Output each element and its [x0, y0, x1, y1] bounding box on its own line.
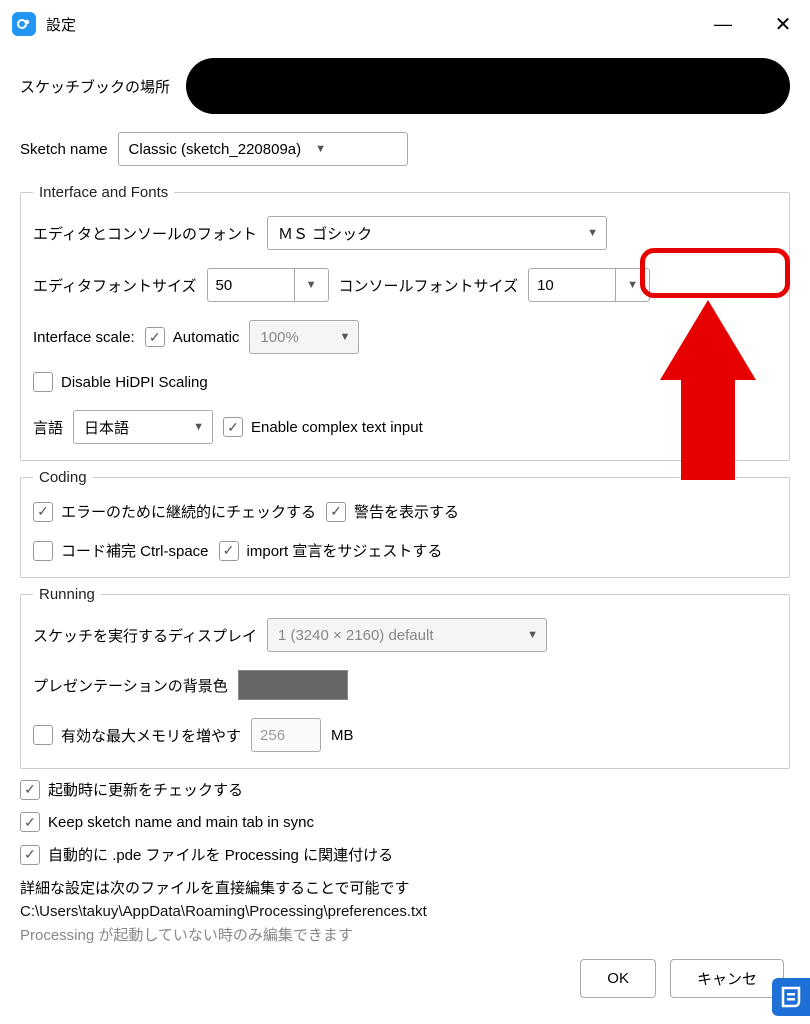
chevron-down-icon: ▼: [311, 133, 326, 165]
close-button[interactable]: ✕: [768, 12, 798, 37]
disable-hidpi-checkbox[interactable]: [33, 372, 53, 392]
complex-text-checkbox[interactable]: [223, 417, 243, 437]
language-label: 言語: [33, 417, 63, 438]
editor-console-font-label: エディタとコンソールのフォント: [33, 223, 257, 244]
interface-fonts-legend: Interface and Fonts: [33, 184, 174, 201]
interface-scale-value: 100%: [260, 329, 298, 346]
cancel-button[interactable]: キャンセ: [670, 959, 784, 998]
show-warnings-checkbox[interactable]: [326, 502, 346, 522]
interface-and-fonts-group: Interface and Fonts エディタとコンソールのフォント ＭＳ ゴ…: [20, 184, 790, 461]
keep-sync-checkbox[interactable]: [20, 812, 40, 832]
editor-font-size-input[interactable]: 50: [207, 268, 295, 302]
code-completion-checkbox[interactable]: [33, 541, 53, 561]
sketchbook-path-redacted: [186, 58, 790, 114]
ime-badge-icon: [772, 978, 810, 1016]
sketch-name-value: Classic (sketch_220809a): [129, 141, 302, 158]
minimize-button[interactable]: —: [708, 14, 738, 35]
continuous-error-label: エラーのために継続的にチェックする: [61, 501, 316, 522]
chevron-down-icon: ▼: [523, 619, 538, 651]
ok-button[interactable]: OK: [580, 959, 656, 998]
display-label: スケッチを実行するディスプレイ: [33, 625, 257, 646]
complex-text-label: Enable complex text input: [251, 419, 423, 436]
keep-sync-label: Keep sketch name and main tab in sync: [48, 814, 314, 831]
display-value: 1 (3240 × 2160) default: [278, 627, 434, 644]
language-select[interactable]: 日本語 ▼: [73, 410, 213, 444]
footer-note: Processing が起動していない時のみ編集できます: [20, 924, 790, 945]
automatic-checkbox[interactable]: [145, 327, 165, 347]
language-value: 日本語: [84, 417, 129, 438]
interface-scale-label: Interface scale:: [33, 329, 135, 346]
footer-instruction: 詳細な設定は次のファイルを直接編集することで可能です: [20, 877, 790, 901]
continuous-error-checkbox[interactable]: [33, 502, 53, 522]
window-title: 設定: [46, 14, 76, 35]
max-memory-input: 256: [251, 718, 321, 752]
app-icon: [12, 12, 36, 36]
associate-pde-label: 自動的に .pde ファイルを Processing に関連付ける: [48, 844, 393, 865]
import-suggest-checkbox[interactable]: [219, 541, 239, 561]
coding-legend: Coding: [33, 469, 93, 486]
running-legend: Running: [33, 586, 101, 603]
check-updates-label: 起動時に更新をチェックする: [48, 779, 243, 800]
coding-group: Coding エラーのために継続的にチェックする 警告を表示する コード補完 C…: [20, 469, 790, 578]
preferences-path: C:\Users\takuy\AppData\Roaming\Processin…: [20, 903, 790, 920]
presentation-bg-label: プレゼンテーションの背景色: [33, 675, 228, 696]
chevron-down-icon: ▼: [583, 217, 598, 249]
chevron-down-icon[interactable]: ▼: [616, 268, 650, 302]
editor-console-font-value: ＭＳ ゴシック: [278, 223, 372, 244]
max-memory-label: 有効な最大メモリを増やす: [61, 725, 241, 746]
disable-hidpi-label: Disable HiDPI Scaling: [61, 374, 208, 391]
associate-pde-checkbox[interactable]: [20, 845, 40, 865]
chevron-down-icon[interactable]: ▼: [295, 268, 329, 302]
editor-font-size-combo[interactable]: 50 ▼: [207, 268, 329, 302]
automatic-label: Automatic: [173, 329, 240, 346]
import-suggest-label: import 宣言をサジェストする: [247, 540, 443, 561]
console-font-size-combo[interactable]: 10 ▼: [528, 268, 650, 302]
console-font-size-label: コンソールフォントサイズ: [339, 275, 519, 296]
chevron-down-icon: ▼: [189, 411, 204, 443]
check-updates-checkbox[interactable]: [20, 780, 40, 800]
interface-scale-select: 100% ▼: [249, 320, 359, 354]
max-memory-checkbox[interactable]: [33, 725, 53, 745]
editor-font-size-label: エディタフォントサイズ: [33, 275, 197, 296]
sketch-name-select[interactable]: Classic (sketch_220809a) ▼: [118, 132, 408, 166]
sketchbook-location-label: スケッチブックの場所: [20, 76, 170, 97]
mb-label: MB: [331, 727, 354, 744]
show-warnings-label: 警告を表示する: [354, 501, 459, 522]
presentation-bg-swatch[interactable]: [238, 670, 348, 700]
code-completion-label: コード補完 Ctrl-space: [61, 540, 209, 561]
chevron-down-icon: ▼: [336, 321, 351, 353]
sketch-name-label: Sketch name: [20, 141, 108, 158]
console-font-size-input[interactable]: 10: [528, 268, 616, 302]
running-group: Running スケッチを実行するディスプレイ 1 (3240 × 2160) …: [20, 586, 790, 769]
editor-console-font-select[interactable]: ＭＳ ゴシック ▼: [267, 216, 607, 250]
display-select[interactable]: 1 (3240 × 2160) default ▼: [267, 618, 547, 652]
